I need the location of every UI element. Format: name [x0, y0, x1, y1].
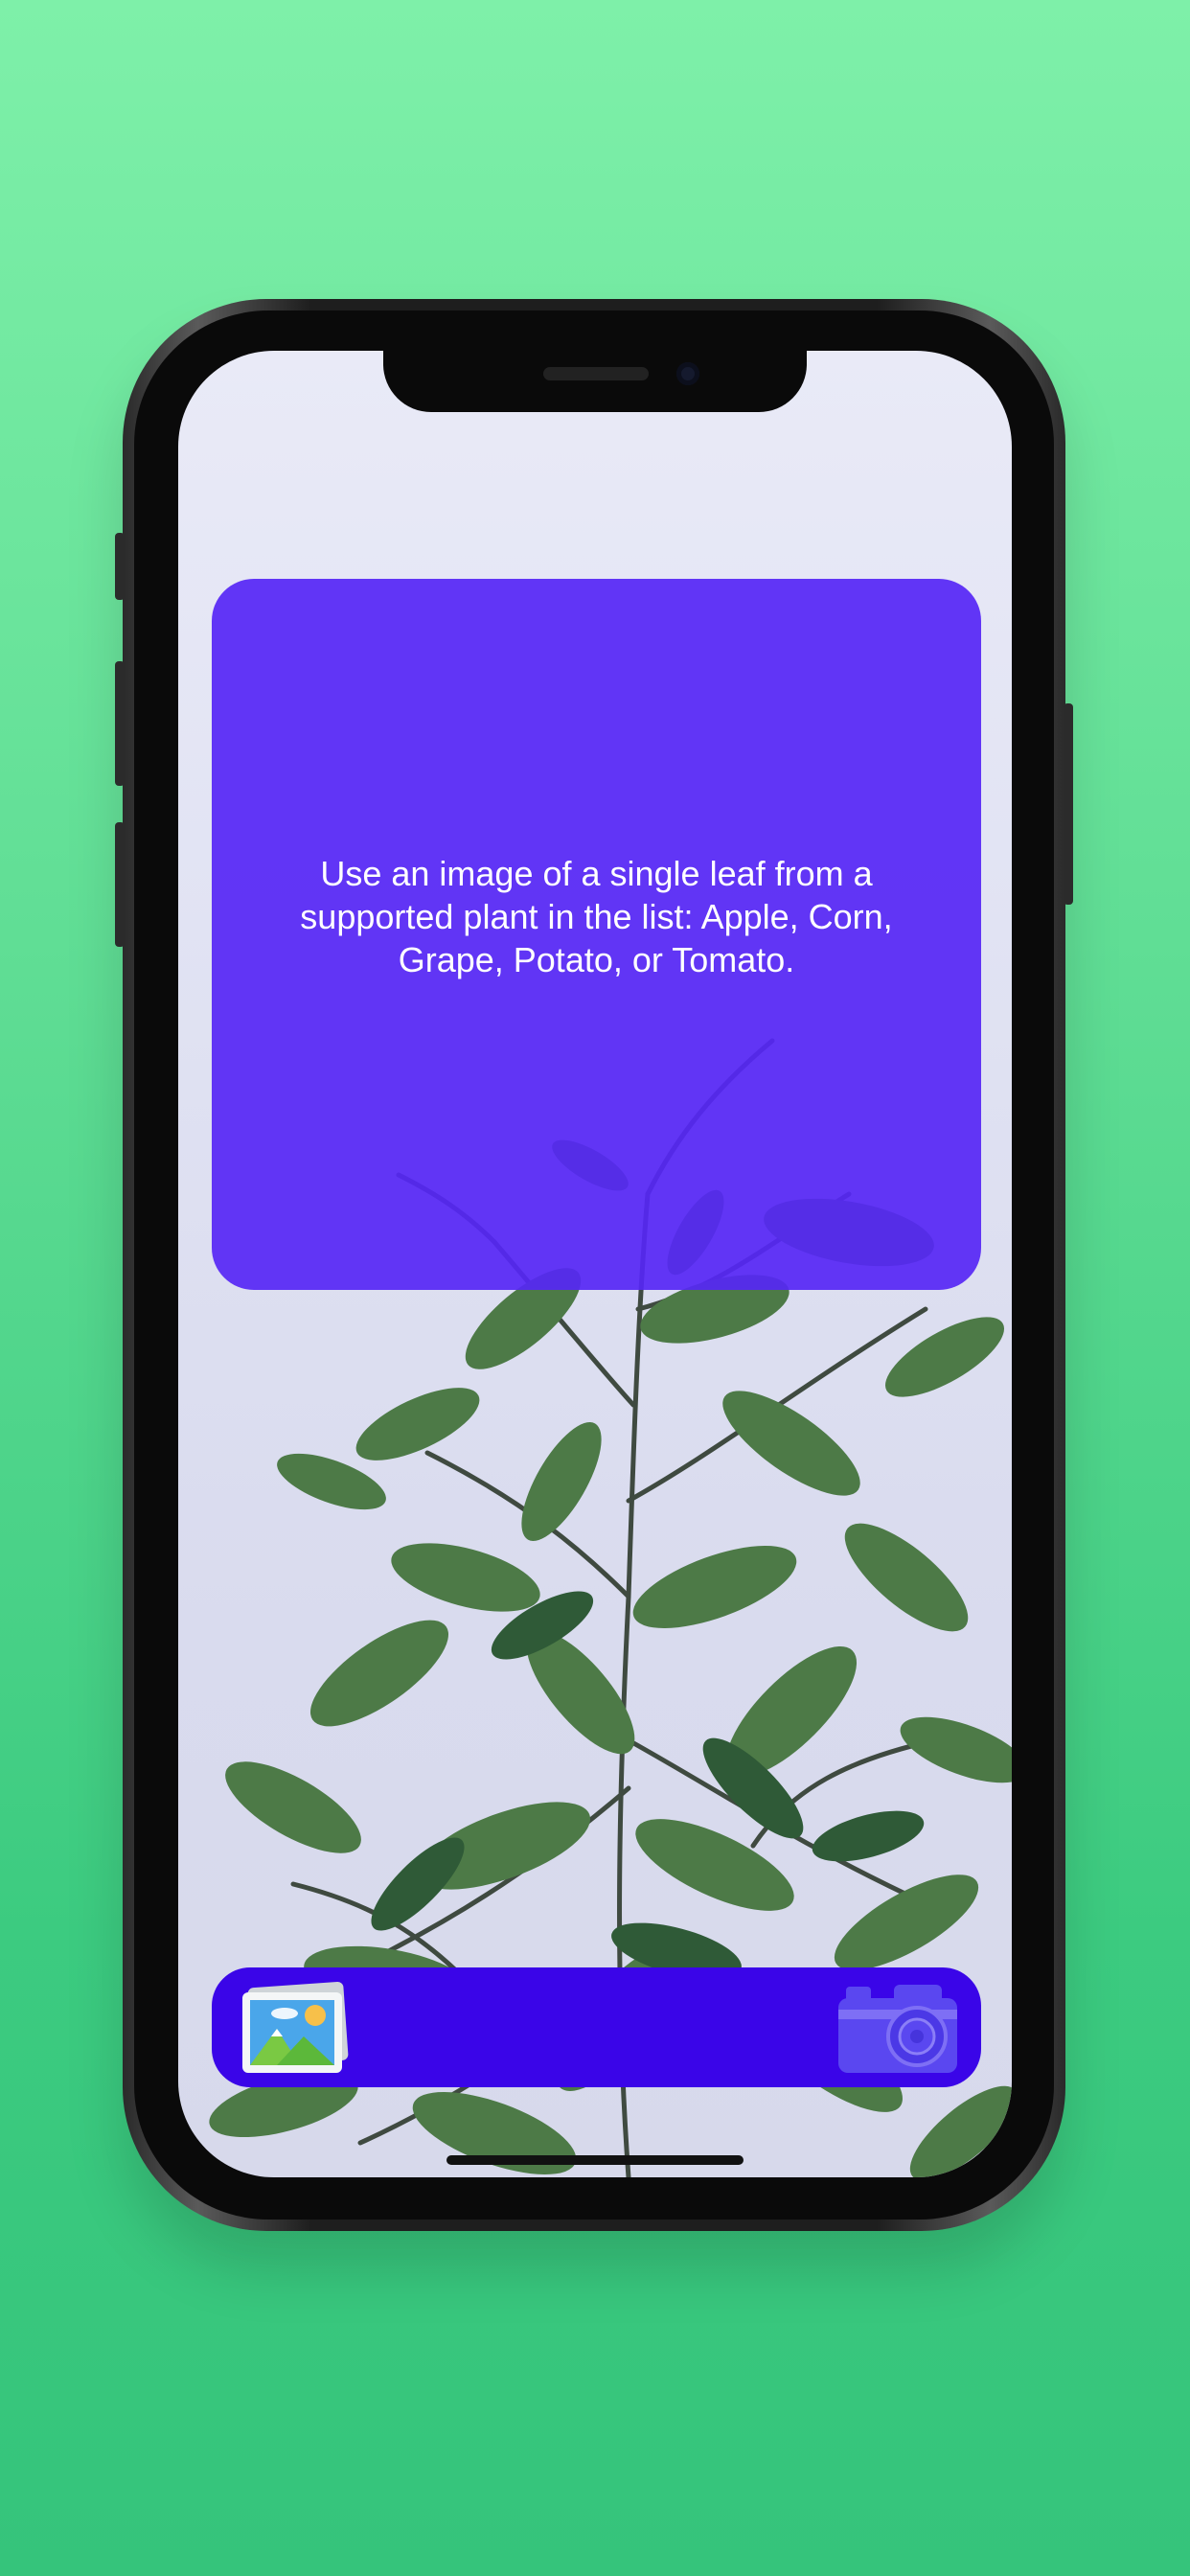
instruction-card: Use an image of a single leaf from a sup… — [212, 579, 981, 1290]
home-indicator — [446, 2155, 744, 2165]
bottom-toolbar — [212, 1967, 981, 2087]
instruction-text: Use an image of a single leaf from a sup… — [300, 853, 893, 979]
camera-icon — [838, 1985, 957, 2073]
photo-library-icon — [242, 1982, 349, 2073]
camera-button[interactable] — [835, 1981, 961, 2077]
power-button — [1064, 703, 1073, 905]
notch — [383, 351, 807, 412]
earpiece-speaker — [543, 367, 649, 380]
front-camera — [676, 362, 699, 385]
mute-switch — [115, 533, 125, 600]
photo-library-button[interactable] — [233, 1975, 354, 2079]
volume-up-button — [115, 661, 125, 786]
volume-down-button — [115, 822, 125, 947]
